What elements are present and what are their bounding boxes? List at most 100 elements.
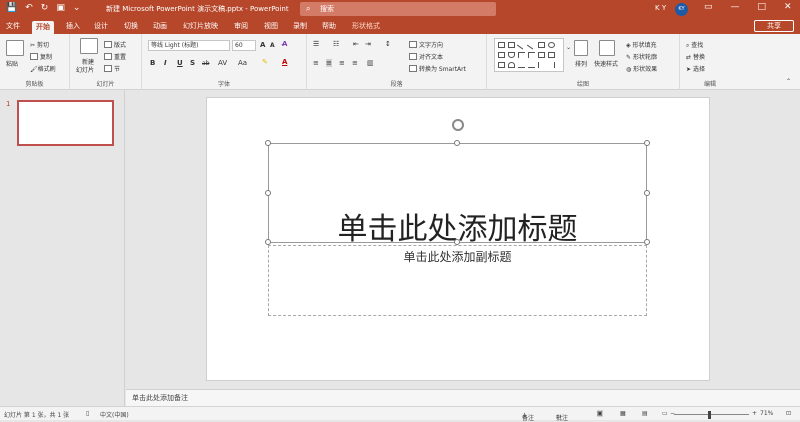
tab-transitions[interactable]: 切换 bbox=[124, 21, 138, 31]
rectangle-shape-icon[interactable] bbox=[538, 42, 545, 48]
reading-view-icon[interactable]: ▤ bbox=[642, 410, 648, 417]
textbox-shape-icon[interactable] bbox=[498, 42, 505, 48]
char-spacing-icon[interactable]: AV bbox=[218, 59, 227, 67]
customize-qat-icon[interactable]: ⌄ bbox=[73, 3, 81, 13]
resize-handle-mr[interactable] bbox=[644, 190, 650, 196]
shape-outline-button[interactable]: ✎ 形状轮廓 bbox=[626, 52, 657, 61]
quick-styles-button[interactable]: 快速样式 bbox=[594, 59, 618, 68]
bold-button[interactable]: B bbox=[150, 59, 155, 67]
rotate-handle-icon[interactable] bbox=[452, 119, 464, 131]
shapes-more-icon[interactable]: ⌄ bbox=[566, 44, 571, 51]
align-right-icon[interactable]: ≡ bbox=[339, 59, 345, 67]
format-painter-button[interactable]: 🖌格式刷 bbox=[30, 64, 56, 73]
arrange-icon[interactable] bbox=[574, 40, 588, 56]
cut-button[interactable]: ✂ 剪切 bbox=[30, 40, 49, 49]
paste-icon[interactable] bbox=[6, 40, 24, 56]
avatar[interactable]: KY bbox=[675, 3, 688, 16]
bullets-icon[interactable]: ☰ bbox=[313, 40, 319, 48]
arrange-button[interactable]: 排列 bbox=[575, 59, 587, 68]
down-arrow-shape-icon[interactable] bbox=[548, 52, 555, 58]
section-button[interactable]: 节 bbox=[104, 64, 120, 73]
tab-design[interactable]: 设计 bbox=[94, 21, 108, 31]
arrow-shape-icon[interactable] bbox=[526, 40, 537, 50]
find-button[interactable]: ⌕ 查找 bbox=[686, 40, 703, 50]
shadow-button[interactable]: S bbox=[190, 59, 195, 67]
redo-icon[interactable]: ↻ bbox=[41, 3, 49, 13]
connector-shape-icon[interactable] bbox=[518, 52, 525, 58]
present-icon[interactable]: ▣ bbox=[56, 3, 65, 13]
zoom-in-icon[interactable]: + bbox=[752, 410, 757, 417]
share-button[interactable]: 共享 bbox=[754, 20, 794, 32]
font-size-dropdown[interactable]: 60 bbox=[232, 40, 256, 51]
rounded-rect-shape-icon[interactable] bbox=[498, 52, 505, 58]
shape-fill-button[interactable]: ◈ 形状填充 bbox=[626, 40, 657, 49]
shrink-font-button[interactable]: A bbox=[270, 42, 275, 49]
select-button[interactable]: ➤ 选择 bbox=[686, 64, 705, 73]
close-icon[interactable]: ✕ bbox=[784, 2, 792, 12]
user-name[interactable]: K Y bbox=[655, 4, 666, 12]
resize-handle-ml[interactable] bbox=[265, 190, 271, 196]
collapse-ribbon-icon[interactable]: ⌃ bbox=[786, 78, 791, 85]
quick-styles-icon[interactable] bbox=[599, 40, 615, 56]
clear-format-icon[interactable]: A̶ bbox=[282, 40, 287, 48]
arc-shape-icon[interactable] bbox=[508, 62, 515, 68]
increase-indent-icon[interactable]: ⇥ bbox=[365, 40, 371, 48]
font-color-icon[interactable]: A bbox=[282, 58, 287, 66]
smartart-button[interactable]: 转换为 SmartArt bbox=[409, 64, 466, 73]
accessibility-icon[interactable]: ▯ bbox=[86, 410, 89, 417]
tab-insert[interactable]: 插入 bbox=[66, 21, 80, 31]
shape-effects-button[interactable]: ◍ 形状效果 bbox=[626, 64, 657, 73]
new-slide-button-label[interactable]: 幻灯片 bbox=[76, 65, 94, 74]
tab-shape-format[interactable]: 形状格式 bbox=[352, 21, 380, 31]
decrease-indent-icon[interactable]: ⇤ bbox=[353, 40, 359, 48]
elbow-connector-shape-icon[interactable] bbox=[528, 52, 535, 58]
font-name-dropdown[interactable]: 等线 Light (标题) bbox=[148, 40, 230, 51]
slide-sorter-icon[interactable]: ▦ bbox=[620, 410, 626, 417]
resize-handle-tc[interactable] bbox=[454, 140, 460, 146]
subtitle-placeholder[interactable]: 单击此处添加副标题 bbox=[268, 245, 647, 316]
normal-view-icon[interactable]: ▣ bbox=[597, 410, 603, 417]
title-placeholder[interactable]: 单击此处添加标题 bbox=[268, 143, 647, 247]
vertical-textbox-shape-icon[interactable] bbox=[508, 42, 515, 48]
right-arrow-shape-icon[interactable] bbox=[538, 52, 545, 58]
minimize-icon[interactable]: — bbox=[731, 2, 740, 12]
underline-button[interactable]: U bbox=[177, 59, 183, 67]
align-left-icon[interactable]: ≡ bbox=[313, 59, 319, 67]
tab-file[interactable]: 文件 bbox=[6, 21, 20, 31]
highlight-icon[interactable]: ✎ bbox=[262, 58, 268, 66]
undo-icon[interactable]: ↶ bbox=[25, 3, 33, 13]
numbering-icon[interactable]: ☷ bbox=[333, 40, 339, 48]
shapes-gallery[interactable] bbox=[494, 38, 564, 72]
resize-handle-tr[interactable] bbox=[644, 140, 650, 146]
paste-button[interactable]: 粘贴 bbox=[6, 59, 18, 68]
fit-to-window-icon[interactable]: ⊡ bbox=[786, 410, 791, 417]
align-center-icon[interactable]: ≡ bbox=[326, 59, 332, 67]
tab-help[interactable]: 帮助 bbox=[322, 21, 336, 31]
maximize-icon[interactable]: □ bbox=[758, 2, 767, 12]
tab-slideshow[interactable]: 幻灯片放映 bbox=[183, 21, 218, 31]
resize-handle-tl[interactable] bbox=[265, 140, 271, 146]
tab-home[interactable]: 开始 bbox=[32, 21, 54, 34]
strikethrough-button[interactable]: ab bbox=[202, 60, 210, 67]
replace-button[interactable]: ⇄ 替换 bbox=[686, 52, 705, 61]
slide-thumbnail[interactable] bbox=[17, 100, 114, 146]
line-spacing-icon[interactable]: ↕ bbox=[385, 40, 391, 48]
align-text-button[interactable]: 对齐文本 bbox=[409, 52, 443, 61]
right-brace-shape-icon[interactable] bbox=[548, 62, 555, 68]
save-icon[interactable]: 💾 bbox=[6, 3, 17, 13]
tab-review[interactable]: 审阅 bbox=[234, 21, 248, 31]
slideshow-view-icon[interactable]: ▭ bbox=[662, 410, 668, 417]
reset-button[interactable]: 重置 bbox=[104, 52, 126, 61]
grow-font-button[interactable]: A bbox=[260, 41, 265, 49]
justify-icon[interactable]: ≡ bbox=[352, 59, 358, 67]
italic-button[interactable]: I bbox=[164, 59, 167, 67]
columns-icon[interactable]: ▥ bbox=[367, 59, 374, 67]
search-box[interactable]: ⌕ 搜索 bbox=[300, 2, 496, 16]
oval-shape-icon[interactable] bbox=[548, 42, 555, 48]
zoom-slider[interactable] bbox=[674, 414, 749, 415]
line-shape-icon[interactable] bbox=[516, 40, 527, 50]
freeform-shape-icon[interactable] bbox=[528, 62, 535, 68]
ribbon-display-icon[interactable]: ▭ bbox=[704, 2, 713, 12]
left-brace-shape-icon[interactable] bbox=[538, 62, 545, 68]
layout-button[interactable]: 版式 bbox=[104, 40, 126, 49]
